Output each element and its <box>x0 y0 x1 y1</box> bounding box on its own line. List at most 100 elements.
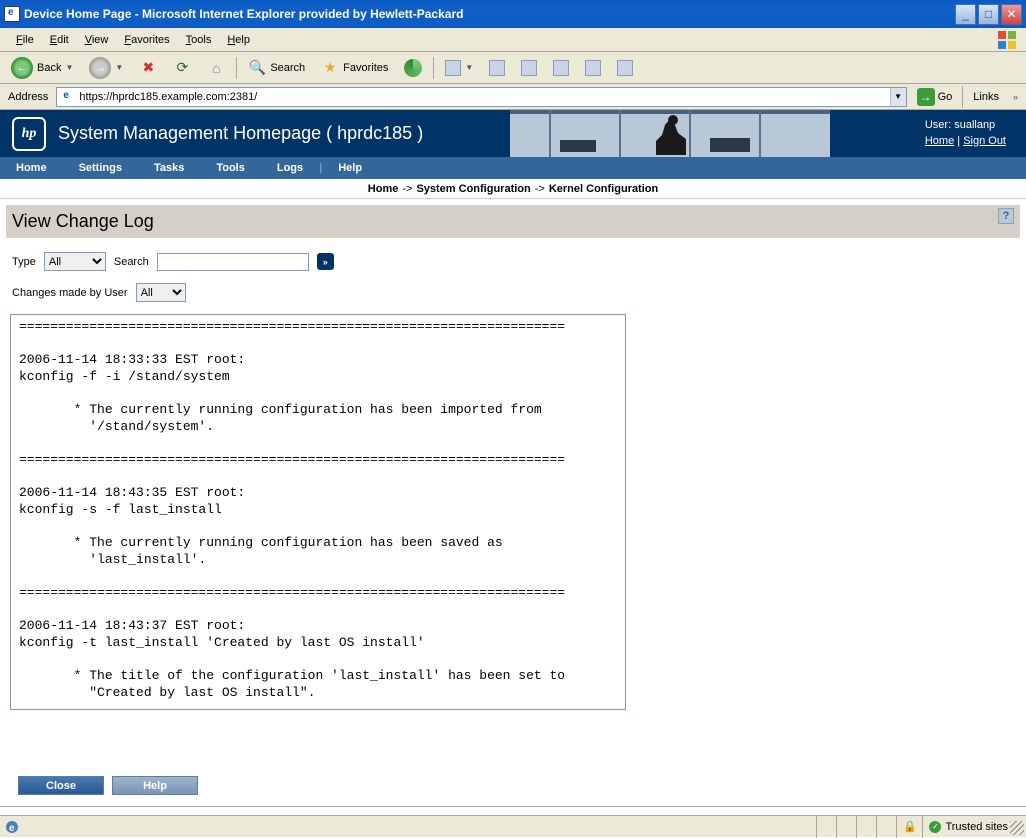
mail-button[interactable]: ▼ <box>438 56 480 80</box>
page-title-bar: View Change Log ? <box>6 205 1020 238</box>
windows-logo-icon <box>996 29 1018 51</box>
messenger-button[interactable] <box>610 56 640 80</box>
menu-tools[interactable]: Tools <box>178 32 220 48</box>
search-input[interactable] <box>157 253 309 271</box>
page-body: View Change Log ? Type All Search » Chan… <box>0 199 1026 720</box>
breadcrumb-kernelconfig[interactable]: Kernel Configuration <box>549 183 658 195</box>
toolbar-separator-2 <box>433 57 434 79</box>
links-chevron-icon[interactable]: » <box>1009 92 1022 102</box>
status-left: e <box>0 819 816 835</box>
type-label: Type <box>12 256 36 268</box>
links-button[interactable]: Links <box>967 91 1005 103</box>
nav-home[interactable]: Home <box>0 162 63 174</box>
maximize-button[interactable]: □ <box>978 4 999 25</box>
links-separator <box>962 86 963 108</box>
discuss-icon <box>553 60 569 76</box>
refresh-icon: ⟳ <box>173 59 191 77</box>
ie-status-icon: e <box>4 819 20 835</box>
discuss-button[interactable] <box>546 56 576 80</box>
change-log-textarea[interactable]: ========================================… <box>10 314 626 710</box>
page-help-icon[interactable]: ? <box>998 208 1014 224</box>
refresh-button[interactable]: ⟳ <box>166 55 198 81</box>
lock-icon: 🔒 <box>903 820 917 833</box>
research-button[interactable] <box>578 56 608 80</box>
menu-favorites[interactable]: Favorites <box>116 32 177 48</box>
search-button[interactable]: 🔍 Search <box>241 55 312 81</box>
nav-help[interactable]: Help <box>322 162 378 174</box>
page-title: View Change Log <box>12 211 1014 232</box>
breadcrumb-home[interactable]: Home <box>368 183 399 195</box>
edit-button[interactable] <box>514 56 544 80</box>
type-select[interactable]: All <box>44 252 106 271</box>
breadcrumb-arrow-icon: -> <box>531 183 549 195</box>
user-box: User: suallanp Home | Sign Out <box>911 114 1026 153</box>
changes-user-label: Changes made by User <box>12 287 128 299</box>
search-go-button[interactable]: » <box>317 253 334 270</box>
history-button[interactable] <box>397 55 429 81</box>
home-link[interactable]: Home <box>925 135 954 147</box>
filter-row-1: Type All Search » <box>12 252 1016 271</box>
status-segment <box>876 816 896 838</box>
address-input-wrap: ▼ <box>56 87 906 107</box>
close-window-button[interactable]: ✕ <box>1001 4 1022 25</box>
go-button[interactable]: → Go <box>911 86 959 108</box>
address-input[interactable] <box>77 89 889 105</box>
nav-settings[interactable]: Settings <box>63 162 138 174</box>
trusted-icon: ✓ <box>929 821 941 833</box>
breadcrumb-arrow-icon: -> <box>398 183 416 195</box>
star-icon: ★ <box>321 59 339 77</box>
filter-row-2: Changes made by User All <box>12 283 1016 302</box>
smh-nav: Home Settings Tasks Tools Logs | Help <box>0 157 1026 179</box>
window-titlebar: Device Home Page - Microsoft Internet Ex… <box>0 0 1026 28</box>
go-label: Go <box>938 91 953 103</box>
browser-toolbar: ← Back ▼ → ▼ ✖ ⟳ ⌂ 🔍 Search ★ Favorites … <box>0 52 1026 84</box>
back-label: Back <box>37 62 61 74</box>
help-button[interactable]: Help <box>112 776 198 795</box>
nav-tasks[interactable]: Tasks <box>138 162 200 174</box>
home-button[interactable]: ⌂ <box>200 55 232 81</box>
window-controls: _ □ ✕ <box>955 4 1022 25</box>
search-icon: 🔍 <box>248 59 266 77</box>
go-icon: → <box>917 88 935 106</box>
menu-edit[interactable]: Edit <box>42 32 77 48</box>
favorites-button[interactable]: ★ Favorites <box>314 55 395 81</box>
history-icon <box>404 59 422 77</box>
forward-icon: → <box>89 57 111 79</box>
address-dropdown[interactable]: ▼ <box>890 88 906 106</box>
signout-link[interactable]: Sign Out <box>963 135 1006 147</box>
menu-help[interactable]: Help <box>219 32 258 48</box>
menu-file[interactable]: File <box>8 32 42 48</box>
ie-doc-icon <box>4 6 20 22</box>
forward-dropdown-icon: ▼ <box>115 63 123 72</box>
menu-view[interactable]: View <box>77 32 117 48</box>
back-button[interactable]: ← Back ▼ <box>4 53 80 83</box>
page-icon <box>59 89 75 105</box>
stop-button[interactable]: ✖ <box>132 55 164 81</box>
favorites-label: Favorites <box>343 62 388 74</box>
close-button[interactable]: Close <box>18 776 104 795</box>
smh-title: System Management Homepage ( hprdc185 ) <box>58 123 423 144</box>
search-field-label: Search <box>114 256 149 268</box>
print-icon <box>489 60 505 76</box>
home-icon: ⌂ <box>207 59 225 77</box>
window-title: Device Home Page - Microsoft Internet Ex… <box>24 7 955 21</box>
status-segment-lock: 🔒 <box>896 816 922 838</box>
smh-banner-image <box>510 110 830 157</box>
user-select[interactable]: All <box>136 283 186 302</box>
forward-button[interactable]: → ▼ <box>82 53 130 83</box>
resize-grip[interactable] <box>1010 821 1024 835</box>
stop-icon: ✖ <box>139 59 157 77</box>
minimize-button[interactable]: _ <box>955 4 976 25</box>
breadcrumb-sysconfig[interactable]: System Configuration <box>416 183 530 195</box>
back-dropdown-icon: ▼ <box>65 63 73 72</box>
user-label: User: <box>925 119 951 131</box>
nav-tools[interactable]: Tools <box>200 162 261 174</box>
menubar: File Edit View Favorites Tools Help <box>0 28 1026 52</box>
nav-logs[interactable]: Logs <box>261 162 319 174</box>
addressbar: Address ▼ → Go Links » <box>0 84 1026 110</box>
mail-icon <box>445 60 461 76</box>
search-label: Search <box>270 62 305 74</box>
smh-header: hp System Management Homepage ( hprdc185… <box>0 110 1026 157</box>
status-segment <box>856 816 876 838</box>
print-button[interactable] <box>482 56 512 80</box>
